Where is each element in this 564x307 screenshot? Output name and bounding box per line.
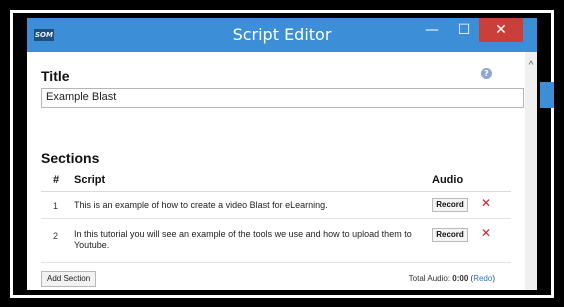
total-audio: Total Audio: 0:00 (Redo) — [367, 274, 495, 283]
title-heading: Title — [41, 68, 70, 84]
row-number: 1 — [53, 201, 59, 211]
title-bar[interactable]: SOM Script Editor — ☐ ✕ — [27, 18, 537, 52]
minimize-button[interactable]: — — [419, 18, 445, 42]
column-header-script: Script — [74, 174, 106, 186]
column-header-number: # — [53, 174, 60, 186]
maximize-button[interactable]: ☐ — [451, 18, 477, 42]
redo-link[interactable]: Redo — [473, 274, 492, 283]
row-divider — [41, 262, 511, 263]
delete-icon[interactable]: ✕ — [481, 226, 491, 240]
sections-heading: Sections — [41, 150, 100, 166]
editor-content: Title ? Example Blast Sections # Script … — [27, 52, 525, 290]
delete-icon[interactable]: ✕ — [481, 196, 491, 210]
record-button[interactable]: Record — [432, 228, 468, 242]
scroll-up-icon[interactable]: ^ — [525, 60, 537, 71]
title-input[interactable]: Example Blast — [41, 88, 524, 108]
total-audio-value: 0:00 — [452, 274, 469, 283]
background-window-edge — [540, 82, 554, 108]
row-number: 2 — [53, 231, 59, 241]
column-header-audio: Audio — [432, 174, 464, 186]
help-icon[interactable]: ? — [481, 68, 492, 79]
total-audio-label: Total Audio: — [408, 274, 451, 283]
close-button[interactable]: ✕ — [479, 18, 523, 42]
script-editor-window: SOM Script Editor — ☐ ✕ Title ? Example … — [27, 18, 537, 290]
background-window-strip — [523, 42, 537, 52]
record-button[interactable]: Record — [432, 198, 468, 212]
script-text[interactable]: This is an example of how to create a vi… — [74, 200, 424, 211]
row-divider — [41, 218, 511, 219]
script-text[interactable]: In this tutorial you will see an example… — [74, 229, 424, 251]
vertical-scrollbar[interactable]: ^ — [525, 52, 537, 290]
add-section-button[interactable]: Add Section — [41, 271, 97, 287]
redo-close-paren: ) — [492, 274, 495, 283]
header-divider — [41, 191, 511, 192]
